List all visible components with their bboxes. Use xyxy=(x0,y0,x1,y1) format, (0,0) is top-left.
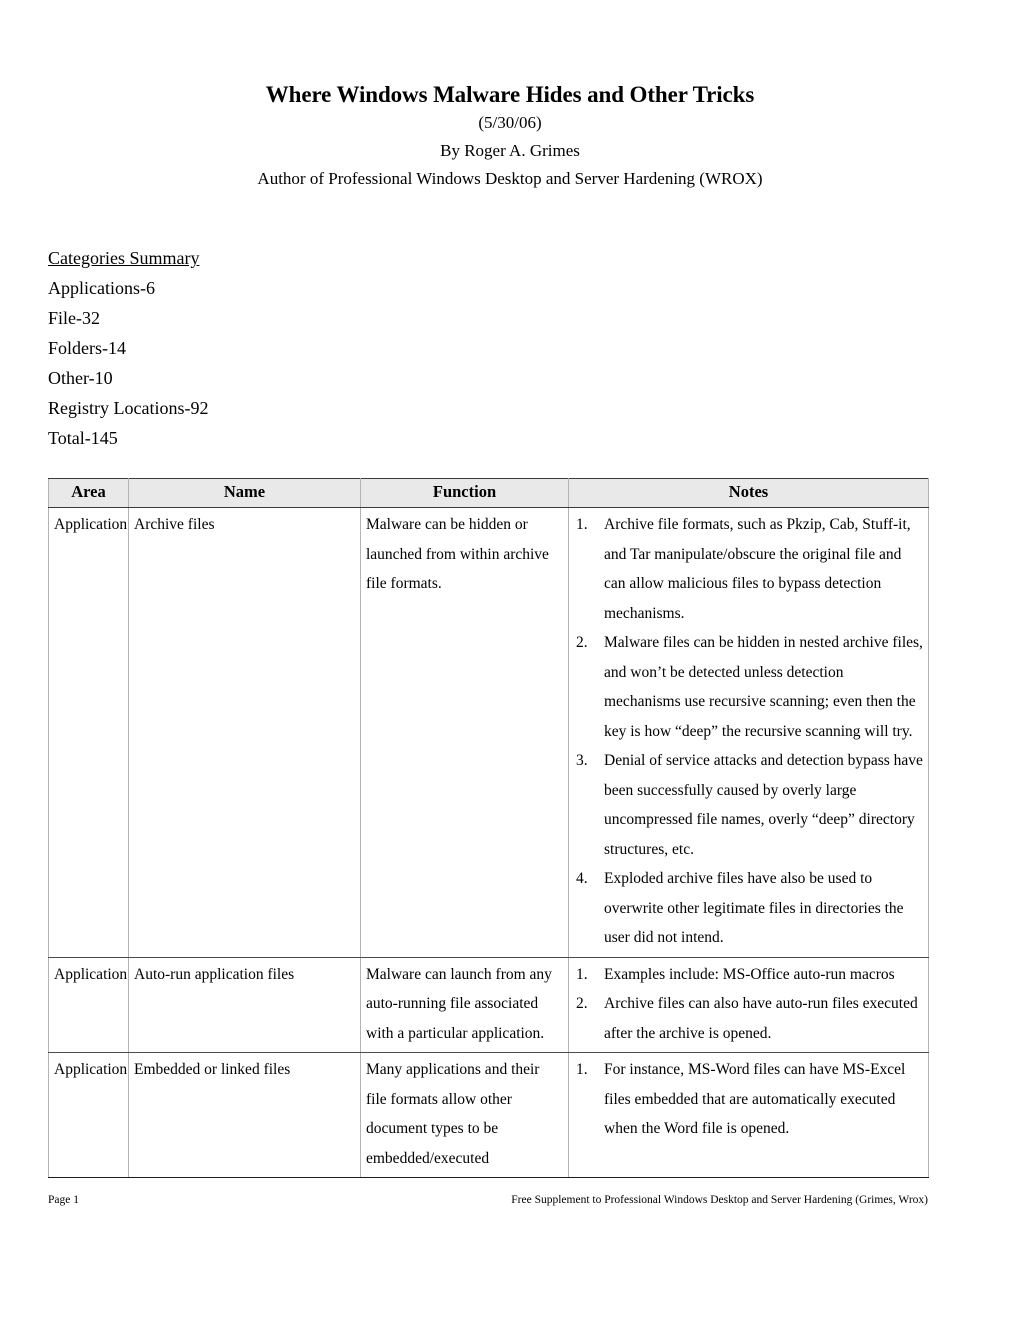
cell-function-text: Malware can launch from any auto-running… xyxy=(366,965,552,1042)
document-credit: Author of Professional Windows Desktop a… xyxy=(257,169,763,188)
cell-area-text: Application xyxy=(54,1061,128,1078)
cell-area-text: Application xyxy=(54,965,128,983)
notes-list: Examples include: MS-Office auto-run mac… xyxy=(574,960,923,1049)
categories-summary: Categories Summary Applications-6 File-3… xyxy=(48,243,468,453)
cell-area: Application xyxy=(48,957,129,1053)
notes-list-item: Exploded archive files have also be used… xyxy=(576,864,904,946)
malware-locations-table-wrapper: Area Name Function Notes Application Arc… xyxy=(48,478,929,1178)
table-row: Application Embedded or linked files Man… xyxy=(48,1052,929,1178)
cell-name: Archive files xyxy=(128,507,361,958)
cell-name-text: Embedded or linked files xyxy=(134,1061,291,1078)
title-block: Where Windows Malware Hides and Other Tr… xyxy=(48,80,972,193)
document-author: By Roger A. Grimes xyxy=(440,141,580,160)
page-footer: Page 1 Free Supplement to Professional W… xyxy=(48,1192,928,1210)
notes-list-item: Archive files can also have auto-run fil… xyxy=(576,989,918,1042)
summary-line: Applications-6 xyxy=(48,278,155,298)
notes-list-item: For instance, MS-Word files can have MS-… xyxy=(576,1055,906,1137)
cell-notes: Examples include: MS-Office auto-run mac… xyxy=(568,957,929,1053)
table-row: Application Archive files Malware can be… xyxy=(48,507,929,958)
notes-list-item: Examples include: MS-Office auto-run mac… xyxy=(576,960,895,989)
cell-function: Malware can launch from any auto-running… xyxy=(360,957,569,1053)
cell-name: Auto-run application files xyxy=(128,957,361,1053)
notes-list: For instance, MS-Word files can have MS-… xyxy=(574,1055,923,1144)
cell-function: Many applications and their file formats… xyxy=(360,1052,569,1178)
footer-page-number: Page 1 xyxy=(48,1194,79,1206)
summary-line: Total-145 xyxy=(48,428,118,448)
notes-list-item: Denial of service attacks and detection … xyxy=(576,746,923,858)
cell-function-text: Malware can be hidden or launched from w… xyxy=(366,516,549,592)
table-row: Application Auto-run application files M… xyxy=(48,957,929,1053)
malware-locations-table: Area Name Function Notes Application Arc… xyxy=(48,478,929,1178)
column-header-area: Area xyxy=(48,478,129,508)
cell-name-text: Auto-run application files xyxy=(134,965,295,983)
cell-function-text: Many applications and their file formats… xyxy=(366,1061,540,1167)
cell-area: Application xyxy=(48,507,129,958)
cell-notes: For instance, MS-Word files can have MS-… xyxy=(568,1052,929,1178)
categories-summary-heading: Categories Summary xyxy=(48,248,200,268)
table-header-row: Area Name Function Notes xyxy=(48,478,929,508)
page-title: Where Windows Malware Hides and Other Tr… xyxy=(265,82,755,107)
summary-line: File-32 xyxy=(48,308,100,328)
notes-list-item: Archive file formats, such as Pkzip, Cab… xyxy=(576,510,911,622)
cell-name-text: Archive files xyxy=(134,516,215,533)
column-header-notes: Notes xyxy=(568,478,929,508)
column-header-function: Function xyxy=(360,478,569,508)
notes-list-item: Malware files can be hidden in nested ar… xyxy=(576,628,923,740)
summary-line: Other-10 xyxy=(48,368,113,388)
cell-area: Application xyxy=(48,1052,129,1178)
document-page: Where Windows Malware Hides and Other Tr… xyxy=(0,0,1020,1320)
notes-list: Archive file formats, such as Pkzip, Cab… xyxy=(574,510,923,953)
cell-area-text: Application xyxy=(54,516,128,533)
column-header-name: Name xyxy=(128,478,361,508)
cell-function: Malware can be hidden or launched from w… xyxy=(360,507,569,958)
cell-name: Embedded or linked files xyxy=(128,1052,361,1178)
summary-line: Registry Locations-92 xyxy=(48,398,209,418)
summary-line: Folders-14 xyxy=(48,338,126,358)
document-date: (5/30/06) xyxy=(478,113,542,132)
cell-notes: Archive file formats, such as Pkzip, Cab… xyxy=(568,507,929,958)
footer-supplement-note: Free Supplement to Professional Windows … xyxy=(511,1194,928,1206)
